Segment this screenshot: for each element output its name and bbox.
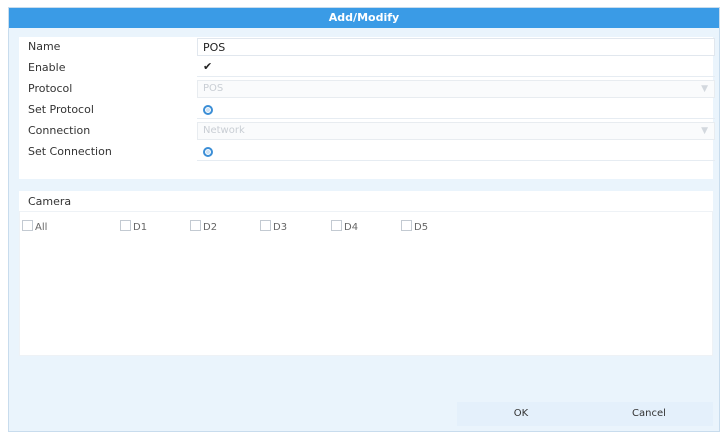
set-protocol-row: Set Protocol bbox=[19, 100, 715, 120]
checkbox-icon bbox=[401, 220, 412, 231]
camera-item-label: D2 bbox=[203, 222, 218, 233]
enable-label: Enable bbox=[28, 61, 66, 74]
chevron-down-icon: ▼ bbox=[701, 84, 708, 94]
camera-checkbox-all[interactable]: All bbox=[22, 220, 47, 233]
dialog-title: Add/Modify bbox=[9, 8, 719, 28]
gear-icon[interactable] bbox=[203, 105, 213, 115]
camera-title: Camera bbox=[28, 195, 72, 208]
enable-row: Enable ✔ bbox=[19, 58, 715, 78]
camera-list: All D1 D2 D3 D4 D5 bbox=[19, 211, 713, 356]
name-field[interactable]: POS bbox=[197, 38, 715, 56]
checkbox-icon bbox=[190, 220, 201, 231]
gear-icon[interactable] bbox=[203, 147, 213, 157]
checkbox-icon bbox=[331, 220, 342, 231]
camera-item-label: D4 bbox=[344, 222, 359, 233]
set-connection-cell bbox=[197, 143, 715, 161]
camera-checkbox-d1[interactable]: D1 bbox=[120, 220, 147, 233]
set-protocol-label: Set Protocol bbox=[28, 103, 94, 116]
camera-checkbox-d2[interactable]: D2 bbox=[190, 220, 217, 233]
camera-checkbox-d4[interactable]: D4 bbox=[331, 220, 358, 233]
name-row: Name POS bbox=[19, 37, 715, 57]
connection-value: Network bbox=[203, 125, 245, 136]
set-protocol-cell bbox=[197, 101, 715, 119]
connection-row: Connection Network ▼ bbox=[19, 121, 715, 141]
checkbox-icon bbox=[120, 220, 131, 231]
protocol-value: POS bbox=[203, 83, 224, 94]
checkbox-icon bbox=[260, 220, 271, 231]
camera-section-header: Camera bbox=[19, 191, 713, 211]
name-value: POS bbox=[203, 41, 226, 54]
add-modify-dialog: Add/Modify Name POS Enable ✔ Protocol PO… bbox=[8, 7, 720, 432]
cancel-button[interactable]: Cancel bbox=[585, 402, 713, 426]
protocol-select[interactable]: POS ▼ bbox=[197, 80, 715, 98]
camera-item-label: D5 bbox=[414, 222, 429, 233]
connection-select[interactable]: Network ▼ bbox=[197, 122, 715, 140]
camera-item-label: D1 bbox=[133, 222, 148, 233]
enable-checkbox[interactable]: ✔ bbox=[203, 61, 213, 72]
dialog-footer: OK Cancel bbox=[457, 402, 713, 426]
checkbox-icon bbox=[22, 220, 33, 231]
pos-settings-form: Name POS Enable ✔ Protocol POS ▼ Set Pro… bbox=[19, 37, 715, 179]
enable-value-cell: ✔ bbox=[197, 59, 715, 77]
set-connection-row: Set Connection bbox=[19, 142, 715, 162]
camera-item-label: All bbox=[35, 222, 48, 233]
camera-checkbox-d3[interactable]: D3 bbox=[260, 220, 287, 233]
camera-item-label: D3 bbox=[273, 222, 288, 233]
chevron-down-icon: ▼ bbox=[701, 126, 708, 136]
connection-label: Connection bbox=[28, 124, 91, 137]
camera-checkbox-d5[interactable]: D5 bbox=[401, 220, 428, 233]
protocol-label: Protocol bbox=[28, 82, 73, 95]
set-connection-label: Set Connection bbox=[28, 145, 112, 158]
name-label: Name bbox=[28, 40, 61, 53]
protocol-row: Protocol POS ▼ bbox=[19, 79, 715, 99]
ok-button[interactable]: OK bbox=[457, 402, 585, 426]
